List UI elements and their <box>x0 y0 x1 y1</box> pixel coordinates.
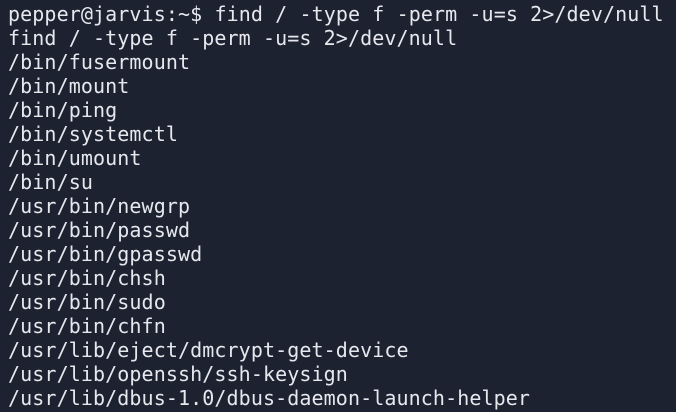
prompt-line: pepper@jarvis:~$ find / -type f -perm -u… <box>8 2 676 26</box>
output-line: /bin/su <box>8 170 93 194</box>
output-line: /bin/umount <box>8 146 142 170</box>
output-line: /bin/ping <box>8 98 118 122</box>
output-line: /usr/lib/dbus-1.0/dbus-daemon-launch-hel… <box>8 386 531 410</box>
output-line: /bin/systemctl <box>8 122 178 146</box>
output-line: /bin/fusermount <box>8 50 191 74</box>
prompt-separator: : <box>165 2 178 26</box>
prompt-path: ~ <box>178 2 191 26</box>
output-line: /usr/lib/openssh/ssh-keysign <box>8 362 348 386</box>
command-echo-line: find / -type f -perm -u=s 2>/dev/null <box>8 26 458 50</box>
output-line: /usr/bin/newgrp <box>8 194 191 218</box>
output-line: /usr/bin/chfn <box>8 314 166 338</box>
output-line: /usr/bin/gpasswd <box>8 242 203 266</box>
prompt-symbol: $ <box>190 2 215 26</box>
command-text: find / -type f -perm -u=s 2>/dev/null <box>214 2 664 26</box>
prompt-user-host: pepper@jarvis <box>8 2 166 26</box>
output-line: /bin/mount <box>8 74 130 98</box>
output-line: /usr/bin/chsh <box>8 266 166 290</box>
output-line: /usr/lib/eject/dmcrypt-get-device <box>8 338 409 362</box>
output-line: /usr/bin/sudo <box>8 290 166 314</box>
output-line: /usr/bin/passwd <box>8 218 191 242</box>
terminal-window[interactable]: pepper@jarvis:~$ find / -type f -perm -u… <box>0 0 676 412</box>
